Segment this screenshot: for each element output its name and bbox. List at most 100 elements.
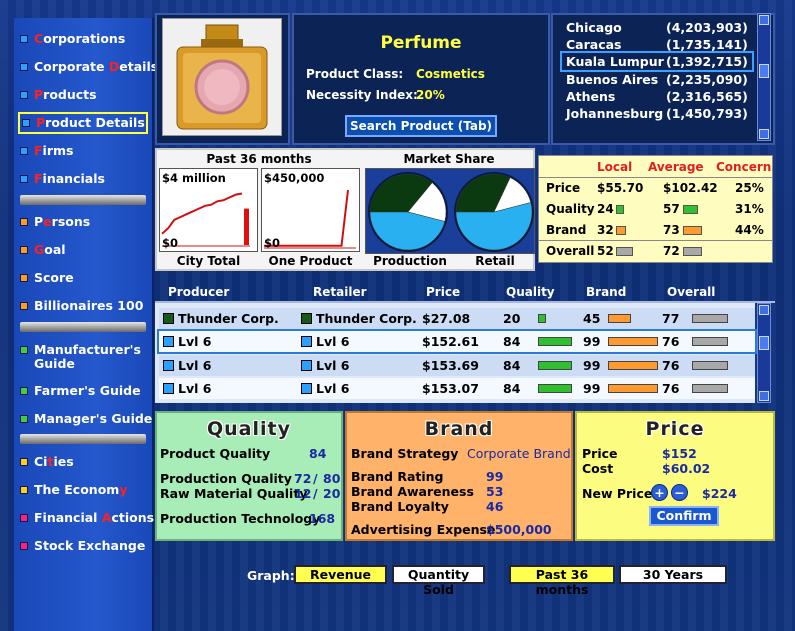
sidebar-item-group3-3[interactable]: Manager's Guide	[20, 408, 152, 430]
city-row[interactable]: Kuala Lumpur (1,392,715)	[560, 51, 754, 73]
confirm-button[interactable]: Confirm	[649, 506, 719, 526]
quality-value: 20	[503, 311, 520, 326]
compare-local-bar	[616, 205, 624, 214]
scroll-up-arrow-icon[interactable]	[759, 15, 769, 25]
compare-concern-value: 44%	[735, 223, 764, 237]
overall-value: 77	[662, 311, 679, 326]
quality-value-text: 84	[503, 334, 521, 350]
sidebar-item-group4-3[interactable]: Stock Exchange	[20, 535, 145, 557]
city-name: Athens	[566, 88, 616, 104]
producer-header-0[interactable]: Producer	[168, 285, 229, 299]
firm-color-icon	[163, 359, 174, 371]
quantity-sold-button[interactable]: Quantity Sold	[392, 565, 485, 597]
price-value-text: $27.08	[422, 311, 471, 326]
advertising-expense-value[interactable]: $500,000	[486, 522, 552, 537]
sidebar-item-group2-0[interactable]: Persons	[20, 211, 90, 233]
sidebar-label-hotkey: y	[119, 482, 128, 497]
product-quality-value: 84	[309, 446, 327, 461]
increase-price-button[interactable]: +	[651, 484, 668, 501]
sidebar-item-group1-2[interactable]: Products	[20, 84, 97, 106]
search-product-button[interactable]: Search Product (Tab)	[345, 115, 497, 137]
producer-row[interactable]: Thunder Corp. Thunder Corp. $27.08 20 45 77	[159, 308, 755, 329]
brand-bar	[608, 314, 631, 323]
city-total-top-label: $4 million	[162, 171, 226, 185]
sidebar-item-group4-1[interactable]: The Economy	[20, 479, 127, 501]
30-years-button[interactable]: 30 Years	[619, 565, 727, 584]
bullet-icon	[20, 360, 28, 368]
bullet-icon	[20, 485, 28, 494]
producer-row[interactable]: Lvl 6 Lvl 6 $152.61 84 99 76	[157, 329, 757, 355]
sidebar-label-hotkey: P	[34, 87, 44, 102]
city-row[interactable]: Johannesburg (1,450,793)	[562, 105, 752, 122]
city-name: Johannesburg	[566, 106, 664, 121]
cost-value: $60.02	[662, 461, 711, 476]
scroll-thumb[interactable]	[759, 64, 769, 78]
sidebar-item-group2-1[interactable]: Goal	[20, 239, 66, 261]
cost-label: Cost	[582, 461, 614, 476]
brand-awareness-value: 53	[486, 484, 504, 499]
brand-value-text: 99	[583, 357, 601, 373]
scroll-down-arrow-icon[interactable]	[759, 129, 769, 139]
city-total-bottom-label: $0	[162, 236, 179, 250]
sidebar-item-group2-3[interactable]: Billionaires 100	[20, 295, 143, 317]
scroll-thumb[interactable]	[759, 336, 769, 350]
compare-local-bar	[616, 226, 626, 235]
brand-loyalty-value: 46	[486, 499, 504, 514]
quality-value-text: 84	[503, 357, 521, 373]
bullet-icon	[20, 62, 28, 71]
scroll-down-arrow-icon[interactable]	[759, 391, 769, 401]
compare-header-1: Average	[648, 160, 704, 174]
city-list-scrollbar[interactable]	[757, 13, 771, 141]
sidebar-item-group1-4[interactable]: Firms	[20, 140, 73, 162]
past-months-title: Past 36 months	[206, 152, 312, 166]
producer-header-1[interactable]: Retailer	[313, 285, 367, 299]
decrease-price-button[interactable]: −	[671, 484, 688, 501]
bullet-icon	[20, 245, 28, 254]
sidebar-item-group1-1[interactable]: Corporate Details	[20, 56, 158, 78]
bullet-icon	[20, 146, 28, 155]
compare-local-value: 52	[597, 244, 614, 258]
producer-row[interactable]: Lvl 6 Lvl 6 $153.07 84 99 76	[159, 377, 755, 399]
retailer-name: Lvl 6	[301, 381, 349, 396]
one-product-bottom-label: $0	[264, 236, 281, 250]
producer-header-4[interactable]: Brand	[586, 285, 626, 299]
producer-row[interactable]: Lvl 6 Lvl 6 $153.69 84 99 76	[159, 354, 755, 376]
retailer-name: Thunder Corp.	[301, 311, 417, 326]
sidebar-item-group4-2[interactable]: Financial Actions	[20, 507, 154, 529]
compare-average-bar	[683, 247, 702, 256]
sidebar-item-group1-0[interactable]: Corporations	[20, 28, 125, 50]
sidebar-item-group3-1[interactable]: Guide	[20, 353, 75, 375]
sidebar-item-group4-0[interactable]: Cities	[20, 451, 74, 473]
revenue-button[interactable]: Revenue	[294, 565, 387, 584]
city-row[interactable]: Caracas (1,735,141)	[562, 36, 752, 53]
scroll-up-arrow-icon[interactable]	[759, 305, 769, 315]
firm-color-icon	[301, 313, 312, 324]
producer-table-scrollbar[interactable]	[757, 303, 771, 403]
overall-value-text: 76	[662, 380, 680, 396]
producer-header-2[interactable]: Price	[426, 285, 460, 299]
city-name: Buenos Aires	[566, 71, 659, 87]
sidebar-label-post: ctions	[111, 510, 155, 525]
past-36-months-button[interactable]: Past 36 months	[509, 565, 615, 597]
city-row[interactable]: Buenos Aires (2,235,090)	[562, 71, 752, 88]
overall-value-text: 76	[662, 357, 680, 373]
sidebar-label-pre: The Econom	[34, 482, 120, 497]
brand-bar	[608, 337, 658, 347]
city-row[interactable]: Chicago (4,203,903)	[562, 19, 752, 36]
brand-strategy-value[interactable]: Corporate Brand	[467, 446, 571, 461]
producer-header-5[interactable]: Overall	[667, 285, 715, 299]
new-price-value: $224	[702, 486, 737, 501]
brand-strategy-label: Brand Strategy	[351, 446, 459, 461]
brand-value: 99	[583, 334, 600, 349]
price-value: $153.69	[422, 358, 479, 373]
sidebar-item-group2-2[interactable]: Score	[20, 267, 74, 289]
sidebar-item-group1-3[interactable]: Product Details	[18, 112, 148, 134]
sidebar-item-group1-5[interactable]: Financials	[20, 168, 105, 190]
retailer-name: Lvl 6	[301, 334, 349, 349]
sidebar-item-group3-2[interactable]: Farmer's Guide	[20, 380, 141, 402]
producer-header-3[interactable]: Quality	[506, 285, 555, 299]
city-row[interactable]: Athens (2,316,565)	[562, 88, 752, 105]
compare-local-value: 24	[597, 202, 614, 216]
sidebar-label-post: oal	[44, 242, 66, 257]
overall-value: 76	[662, 381, 679, 396]
